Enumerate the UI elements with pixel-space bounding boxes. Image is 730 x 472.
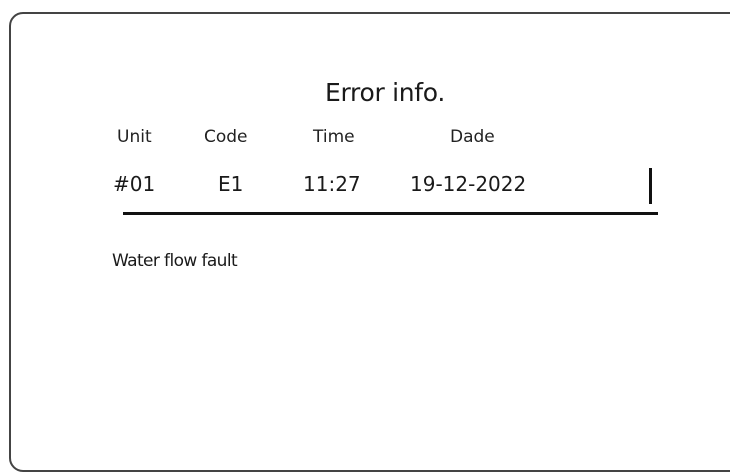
record-divider (123, 212, 658, 215)
code-value: E1 (218, 172, 244, 196)
scroll-indicator[interactable] (649, 168, 652, 204)
code-column-header: Code (204, 127, 248, 147)
unit-value: #01 (113, 172, 156, 196)
unit-column-header: Unit (117, 127, 152, 147)
time-column-header: Time (313, 127, 355, 147)
error-description: Water flow fault (112, 251, 238, 271)
time-value: 11:27 (303, 172, 361, 196)
panel-title: Error info. (325, 78, 445, 107)
date-column-header: Dade (450, 127, 495, 147)
date-value: 19-12-2022 (410, 172, 527, 196)
